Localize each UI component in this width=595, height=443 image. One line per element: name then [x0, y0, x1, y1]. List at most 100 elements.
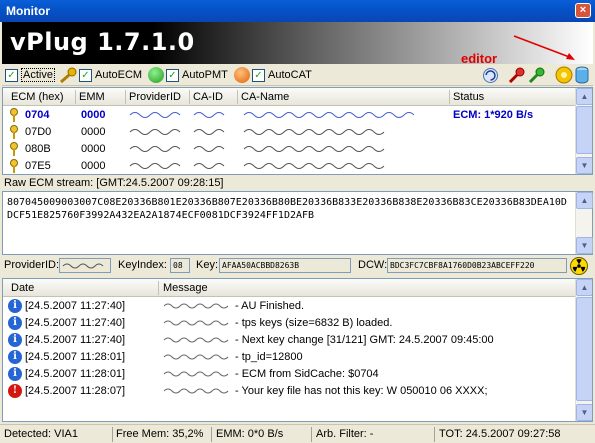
database-icon[interactable] [574, 66, 590, 84]
status-detected: Detected: VIA1 [4, 428, 78, 440]
ecm-cell: 07D0 [25, 126, 52, 138]
emm-cell: 0000 [81, 126, 106, 138]
ecm-table-header: ECM (hex) EMM ProviderID CA-ID CA-Name S… [3, 88, 575, 106]
scroll-up-icon[interactable]: ▲ [576, 88, 592, 105]
active-checkbox[interactable]: ✓ Active [5, 67, 55, 83]
log-message: - tp_id=12800 [235, 351, 303, 363]
list-item[interactable]: i [24.5.2007 11:27:40] - Next key change… [3, 332, 575, 348]
scroll-down-icon[interactable]: ▼ [576, 237, 593, 254]
scroll-thumb[interactable] [576, 297, 592, 401]
active-label: Active [21, 68, 55, 82]
col-caid[interactable]: CA-ID [193, 91, 223, 103]
ecm-cell: 0704 [25, 109, 50, 121]
log-message: - ECM from SidCache: $0704 [235, 368, 379, 380]
keyindex-field[interactable]: 08 [170, 258, 190, 273]
green-key-icon[interactable] [528, 67, 545, 83]
raw-ecm-box[interactable]: 807045009003007C08E20336B801E20336B807E2… [2, 191, 593, 255]
toolbar: ✓ Active ✓ AutoECM ✓ AutoPMT ✓ AutoCAT [2, 64, 593, 86]
table-row[interactable]: 07E5 0000 [3, 158, 575, 174]
radiation-icon[interactable] [570, 257, 588, 275]
error-icon: ! [8, 384, 22, 398]
redacted-mark [193, 163, 225, 169]
redacted-mark [129, 146, 181, 152]
scroll-up-icon[interactable]: ▲ [576, 279, 592, 296]
log-header: Date Message [3, 279, 575, 297]
list-item[interactable]: ! [24.5.2007 11:28:07] - Your key file h… [3, 383, 575, 399]
log-date: [24.5.2007 11:27:40] [25, 334, 126, 346]
scroll-down-icon[interactable]: ▼ [576, 157, 592, 174]
redacted-mark [163, 371, 229, 377]
active-check[interactable]: ✓ [5, 68, 18, 82]
key-field[interactable]: AFAA50ACBBD8263B [219, 258, 351, 273]
col-status[interactable]: Status [453, 91, 484, 103]
status-cell: ECM: 1*920 B/s [453, 109, 534, 121]
providerid-field[interactable] [59, 258, 111, 273]
table-row[interactable]: 07D0 0000 [3, 124, 575, 141]
autoecm-check[interactable]: ✓ [79, 68, 92, 82]
ecm-table: ECM (hex) EMM ProviderID CA-ID CA-Name S… [2, 87, 593, 175]
green-circle-icon[interactable] [148, 67, 164, 83]
key-icon[interactable] [59, 67, 77, 83]
autoecm-checkbox[interactable]: ✓ AutoECM [79, 67, 142, 83]
redacted-mark [129, 129, 181, 135]
autopmt-check[interactable]: ✓ [166, 68, 179, 82]
col-caname[interactable]: CA-Name [241, 91, 289, 103]
emm-cell: 0000 [81, 143, 106, 155]
redacted-mark [163, 320, 229, 326]
star-icon[interactable] [555, 66, 573, 84]
key-icon [10, 108, 18, 122]
editor-arrow-icon [513, 35, 575, 60]
status-free-mem: Free Mem: 35,2% [116, 428, 204, 440]
col-ecm[interactable]: ECM (hex) [11, 91, 64, 103]
log-message: - Next key change [31/121] GMT: 24.5.200… [235, 334, 494, 346]
orange-circle-icon[interactable] [234, 67, 250, 83]
key-icon [10, 125, 18, 139]
close-button[interactable]: × [575, 3, 591, 18]
col-date[interactable]: Date [11, 282, 34, 294]
redacted-mark [243, 163, 385, 169]
scroll-thumb[interactable] [576, 106, 592, 154]
raw-ecm-scrollbar[interactable]: ▲ ▼ [575, 192, 593, 254]
keyindex-label: KeyIndex: [118, 259, 167, 271]
status-filter: Arb. Filter: - [316, 428, 374, 440]
list-item[interactable]: i [24.5.2007 11:28:01] - ECM from SidCac… [3, 366, 575, 382]
redacted-mark [163, 303, 229, 309]
scroll-up-icon[interactable]: ▲ [576, 192, 593, 209]
list-item[interactable]: i [24.5.2007 11:27:40] - AU Finished. [3, 298, 575, 314]
log-date: [24.5.2007 11:28:01] [25, 368, 126, 380]
ecm-cell: 07E5 [25, 160, 51, 172]
info-icon: i [8, 316, 22, 330]
info-bar: ProviderID: KeyIndex: 08 Key: AFAA50ACBB… [2, 257, 593, 275]
col-message[interactable]: Message [163, 282, 208, 294]
redacted-mark [243, 112, 415, 118]
red-key-icon[interactable] [508, 67, 525, 83]
list-item[interactable]: i [24.5.2007 11:27:40] - tps keys (size=… [3, 315, 575, 331]
log-list: Date Message i [24.5.2007 11:27:40] - AU… [2, 278, 593, 422]
autopmt-checkbox[interactable]: ✓ AutoPMT [166, 67, 228, 83]
autocat-check[interactable]: ✓ [252, 68, 265, 82]
redacted-mark [243, 146, 385, 152]
emm-cell: 0000 [81, 109, 106, 121]
status-tot: TOT: 24.5.2007 09:27:58 [439, 428, 561, 440]
log-scrollbar[interactable]: ▲ ▼ [575, 279, 592, 421]
log-message: - AU Finished. [235, 300, 305, 312]
scroll-down-icon[interactable]: ▼ [576, 404, 592, 421]
reload-icon[interactable] [482, 67, 499, 84]
ecm-table-scrollbar[interactable]: ▲ ▼ [575, 88, 592, 174]
redacted-mark [163, 388, 229, 394]
table-row[interactable]: 0704 0000 ECM: 1*920 B/s [3, 107, 575, 124]
window-titlebar: Monitor × [0, 0, 595, 22]
autocat-checkbox[interactable]: ✓ AutoCAT [252, 67, 312, 83]
info-icon: i [8, 333, 22, 347]
log-date: [24.5.2007 11:28:01] [25, 351, 126, 363]
col-providerid[interactable]: ProviderID [129, 91, 181, 103]
list-item[interactable]: i [24.5.2007 11:28:01] - tp_id=12800 [3, 349, 575, 365]
redacted-mark [193, 146, 225, 152]
dcw-label: DCW: [358, 259, 388, 271]
raw-ecm-label: Raw ECM stream: [GMT:24.5.2007 09:28:15] [4, 177, 224, 189]
providerid-label: ProviderID: [4, 259, 60, 271]
info-icon: i [8, 367, 22, 381]
dcw-field[interactable]: BDC3FC7CBF8A1760D0B23ABCEFF220 [387, 258, 567, 273]
table-row[interactable]: 080B 0000 [3, 141, 575, 158]
col-emm[interactable]: EMM [79, 91, 105, 103]
